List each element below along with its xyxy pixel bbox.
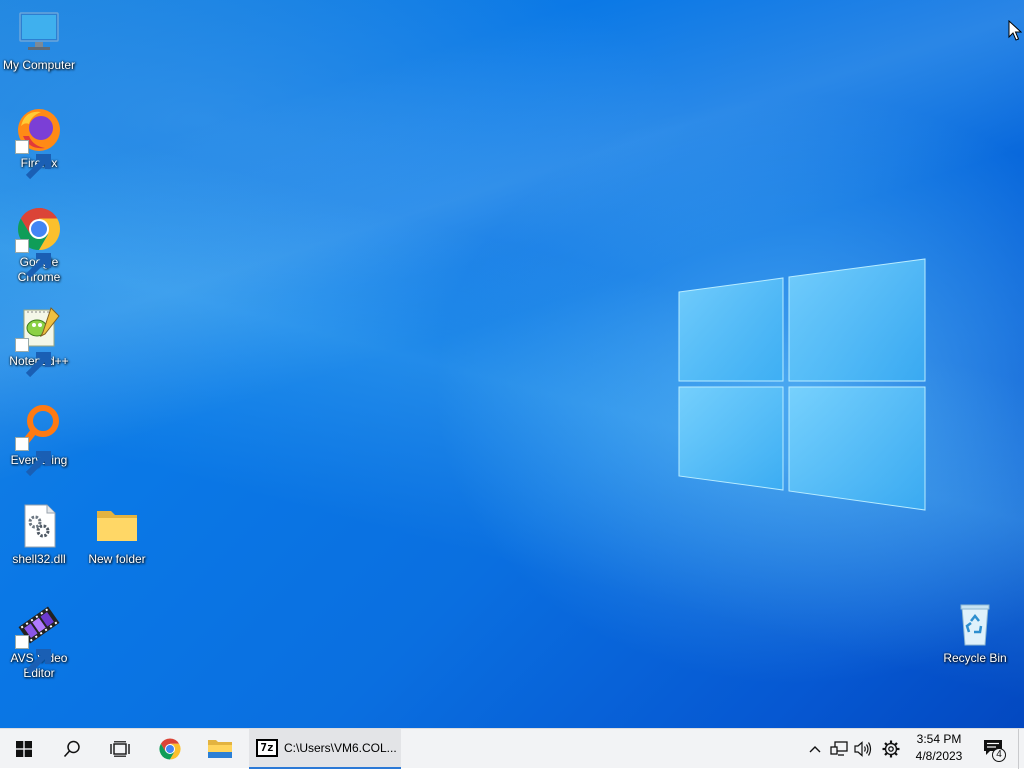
- show-hidden-icons-button[interactable]: [804, 729, 826, 769]
- notification-count-badge: 4: [992, 748, 1006, 762]
- search-icon: [63, 740, 80, 758]
- windows-logo-wallpaper: [678, 258, 926, 511]
- shortcut-arrow-icon: [15, 635, 51, 675]
- desktop-icon-everything[interactable]: Everything: [1, 403, 77, 477]
- monitor-icon: [15, 8, 63, 56]
- shortcut-arrow-icon: [15, 140, 51, 180]
- icon-label: shell32.dll: [12, 552, 66, 566]
- settings-button[interactable]: [879, 729, 903, 769]
- shortcut-arrow-icon: [15, 239, 51, 279]
- clock-date: 4/8/2023: [915, 749, 963, 763]
- mouse-cursor-icon: [1008, 20, 1022, 41]
- shortcut-arrow-icon: [15, 338, 51, 378]
- taskbar-file-explorer-button[interactable]: [196, 729, 244, 769]
- start-button[interactable]: [0, 729, 48, 769]
- network-button[interactable]: [827, 729, 851, 769]
- taskbar-chrome-button[interactable]: [146, 729, 194, 769]
- folder-icon: [93, 502, 141, 550]
- desktop-background[interactable]: My Computer Firefox Google Chrome Notepa…: [0, 0, 1024, 728]
- desktop-icon-google-chrome[interactable]: Google Chrome: [1, 205, 77, 285]
- desktop-icon-my-computer[interactable]: My Computer: [1, 8, 77, 73]
- desktop-icon-notepadpp[interactable]: Notepad++: [1, 304, 77, 378]
- task-view-icon: [110, 741, 130, 757]
- volume-button[interactable]: [851, 729, 875, 769]
- desktop-icon-recycle-bin[interactable]: Recycle Bin: [937, 601, 1013, 666]
- settings-gear-icon: [882, 740, 900, 758]
- file-explorer-icon: [208, 740, 232, 758]
- windows-start-icon: [16, 741, 32, 757]
- search-button[interactable]: [48, 729, 96, 769]
- icon-label: My Computer: [2, 58, 76, 72]
- desktop-icon-shell32-dll[interactable]: shell32.dll: [1, 502, 77, 567]
- chevron-up-icon: [809, 746, 821, 753]
- system-clock[interactable]: 3:54 PM 4/8/2023: [906, 731, 972, 765]
- active-window-title: C:\Users\VM6.COL...: [284, 741, 397, 755]
- 7zip-icon: 7z: [256, 739, 278, 757]
- firefox-icon: [15, 106, 63, 180]
- network-icon: [830, 741, 848, 756]
- taskbar-active-window-7zip[interactable]: 7z C:\Users\VM6.COL...: [249, 729, 401, 769]
- dll-file-icon: [15, 502, 63, 550]
- chrome-icon: [15, 205, 63, 279]
- everything-search-icon: [15, 403, 63, 477]
- desktop-icon-firefox[interactable]: Firefox: [1, 106, 77, 180]
- desktop-icon-avs-video-editor[interactable]: AVS Video Editor: [1, 601, 77, 681]
- recycle-bin-icon: [951, 601, 999, 649]
- task-view-button[interactable]: [96, 729, 144, 769]
- show-desktop-button[interactable]: [1018, 729, 1024, 769]
- notepadpp-icon: [15, 304, 63, 378]
- action-center-button[interactable]: 4: [978, 729, 1008, 769]
- shortcut-arrow-icon: [15, 437, 51, 477]
- desktop-icon-new-folder[interactable]: New folder: [79, 502, 155, 567]
- taskbar: 7z C:\Users\VM6.COL... 3:54 PM 4/8/2023 …: [0, 728, 1024, 769]
- chrome-icon: [159, 738, 181, 760]
- icon-label: Recycle Bin: [943, 651, 1007, 665]
- clock-time: 3:54 PM: [916, 732, 962, 746]
- icon-label: New folder: [88, 552, 146, 566]
- volume-icon: [854, 741, 872, 757]
- film-icon: [15, 601, 63, 675]
